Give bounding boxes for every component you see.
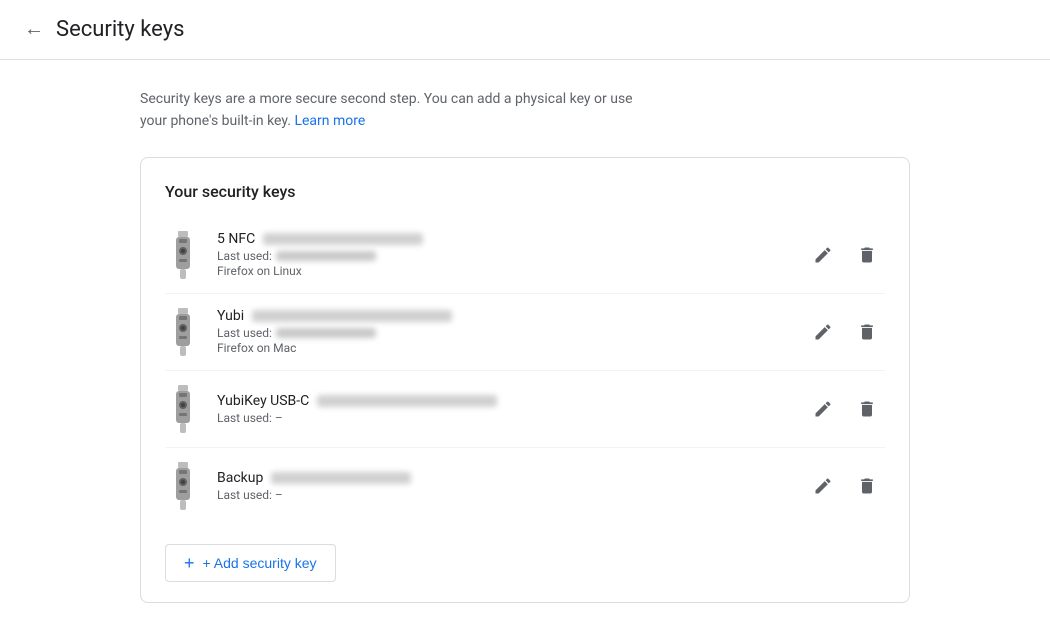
edit-icon — [813, 322, 833, 342]
key-last-used: Last used: – — [217, 488, 789, 502]
add-key-label: + Add security key — [203, 555, 317, 571]
usb-key-icon — [169, 385, 197, 433]
plus-icon: + — [184, 554, 195, 572]
description-text: Security keys are a more secure second s… — [140, 88, 660, 133]
key-info: Backup Last used: – — [217, 470, 789, 502]
key-actions — [805, 314, 885, 350]
key-name: 5 NFC — [217, 231, 255, 247]
key-name-blurred — [317, 395, 497, 407]
last-used-blurred — [276, 328, 376, 338]
edit-key-button[interactable] — [805, 391, 841, 427]
key-last-used: Last used: — [217, 326, 789, 340]
key-browser: Firefox on Mac — [217, 341, 789, 355]
learn-more-link[interactable]: Learn more — [294, 113, 365, 129]
usb-key-icon — [169, 462, 197, 510]
edit-icon — [813, 245, 833, 265]
key-name: Yubi — [217, 308, 244, 324]
delete-icon — [857, 476, 877, 496]
key-icon — [165, 460, 201, 512]
delete-key-button[interactable] — [849, 314, 885, 350]
key-last-used: Last used: – — [217, 411, 789, 425]
delete-key-button[interactable] — [849, 237, 885, 273]
list-item: YubiKey USB-C Last used: – — [165, 371, 885, 447]
key-name-row: 5 NFC — [217, 231, 789, 247]
back-arrow-icon: ← — [24, 18, 44, 41]
delete-key-button[interactable] — [849, 468, 885, 504]
key-icon — [165, 306, 201, 358]
key-name-blurred — [263, 233, 423, 245]
usb-key-icon — [169, 308, 197, 356]
key-actions — [805, 468, 885, 504]
delete-key-button[interactable] — [849, 391, 885, 427]
key-name-blurred — [271, 472, 411, 484]
add-security-key-button[interactable]: + + Add security key — [165, 544, 336, 582]
key-name-row: Yubi — [217, 308, 789, 324]
key-name-blurred — [252, 310, 452, 322]
key-last-used: Last used: — [217, 249, 789, 263]
key-info: Yubi Last used: Firefox on Mac — [217, 308, 789, 355]
page-title: Security keys — [56, 17, 184, 42]
key-name-row: YubiKey USB-C — [217, 393, 789, 409]
key-name-row: Backup — [217, 470, 789, 486]
key-name: Backup — [217, 470, 263, 486]
edit-key-button[interactable] — [805, 237, 841, 273]
list-item: Backup Last used: – — [165, 448, 885, 524]
edit-icon — [813, 399, 833, 419]
delete-icon — [857, 322, 877, 342]
security-keys-card: Your security keys — [140, 157, 910, 603]
list-item: Yubi Last used: Firefox on Mac — [165, 294, 885, 370]
key-info: YubiKey USB-C Last used: – — [217, 393, 789, 425]
delete-icon — [857, 399, 877, 419]
key-actions — [805, 391, 885, 427]
content-area: Security keys are a more secure second s… — [0, 60, 1050, 631]
key-browser: Firefox on Linux — [217, 264, 789, 278]
key-list: 5 NFC Last used: Firefox on Linux — [165, 217, 885, 524]
page-header: ← Security keys — [0, 0, 1050, 60]
card-title: Your security keys — [165, 182, 885, 201]
last-used-blurred — [276, 251, 376, 261]
edit-key-button[interactable] — [805, 468, 841, 504]
key-info: 5 NFC Last used: Firefox on Linux — [217, 231, 789, 278]
delete-icon — [857, 245, 877, 265]
page-wrapper: ← Security keys Security keys are a more… — [0, 0, 1050, 631]
back-button[interactable]: ← — [24, 14, 52, 45]
key-icon — [165, 383, 201, 435]
edit-key-button[interactable] — [805, 314, 841, 350]
key-icon — [165, 229, 201, 281]
key-actions — [805, 237, 885, 273]
usb-key-icon — [169, 231, 197, 279]
key-name: YubiKey USB-C — [217, 393, 309, 409]
list-item: 5 NFC Last used: Firefox on Linux — [165, 217, 885, 293]
edit-icon — [813, 476, 833, 496]
